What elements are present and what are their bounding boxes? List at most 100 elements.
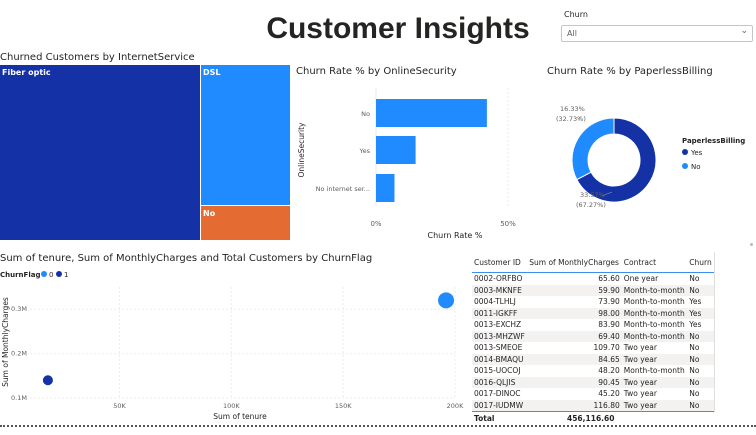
cell-churn: Yes [689,320,702,330]
legend-marker-0 [41,271,47,277]
legend-marker-no [682,163,688,169]
y-tick-label: 0.3M [11,305,27,313]
table-row[interactable]: 0017-IUDMW 116.80 Two year No [472,399,714,411]
bar-2[interactable] [376,174,395,202]
cell-customer-id: 0015-UOCOJ [474,366,521,376]
x-axis-title: Churn Rate % [428,231,483,240]
cell-contract: Two year [623,389,657,399]
paperless-chart-title: Churn Rate % by PaperlessBilling [547,66,713,77]
cell-contract: One year [623,274,659,284]
online-security-chart-title: Churn Rate % by OnlineSecurity [296,66,457,77]
cell-contract: Month-to-month [621,330,688,342]
x-tick-label: 150K [335,402,352,410]
cell-monthly-charges: 45.20 [598,389,620,399]
cell-contract: Two year [623,343,657,353]
paperless-donut-chart[interactable]: 16.33% (32.73%) 33.57% (67.27%) Paperles… [530,80,756,215]
cell-customer-id: 0003-MKNFE [472,284,528,296]
y-axis-title: OnlineSecurity [297,122,306,178]
treemap-label-no: No [203,209,216,218]
legend-label-0[interactable]: 0 [49,271,53,279]
column-header-contract[interactable]: Contract [621,252,688,273]
customer-table[interactable]: Customer ID Sum of MonthlyCharges Contra… [472,252,714,411]
cell-churn: No [687,399,714,411]
cell-monthly-charges: 65.60 [598,274,620,284]
donut-slice-no[interactable] [571,117,615,181]
cell-monthly-charges: 84.65 [527,353,622,365]
online-security-bar-chart[interactable]: No Yes No internet ser... 0% 50% Churn Rat… [290,78,530,243]
cell-customer-id: 0013-EXCHZ [474,320,522,330]
donut-label-yes-share: (67.27%) [576,201,606,209]
donut-label-no-share: (32.73%) [556,115,586,123]
cell-monthly-charges: 116.80 [527,399,622,411]
table-row[interactable]: 0015-UOCOJ 48.20 Month-to-month No [472,365,714,377]
scatter-point-churnflag-0[interactable] [438,292,455,309]
cell-customer-id: 0013-MHZWF [472,330,528,342]
table-row[interactable]: 0011-IGKFF 98.00 Month-to-month Yes [472,307,714,319]
cell-churn: No [689,274,700,284]
cell-churn: No [689,343,700,353]
total-label: Total [474,414,495,423]
cell-monthly-charges: 73.90 [598,297,620,307]
donut-label-no-value: 16.33% [560,105,585,113]
treemap-tile-fiber-optic[interactable]: Fiber optic [0,65,200,240]
cell-contract: Month-to-month [623,297,685,307]
cell-churn: No [689,366,700,376]
column-header-churn[interactable]: Churn [687,252,714,273]
scatter-point-churnflag-1[interactable] [42,375,53,386]
cell-customer-id: 0017-IUDMW [472,399,528,411]
treemap-visual[interactable]: Fiber optic DSL No [0,65,290,240]
cell-contract: Month-to-month [621,307,688,319]
column-header-customer-id[interactable]: Customer ID [472,252,528,273]
table-row[interactable]: 0003-MKNFE 59.90 Month-to-month No [472,284,714,296]
treemap-label-fiber-optic: Fiber optic [2,68,51,77]
x-tick-label: 200K [447,402,464,410]
cell-churn: Yes [687,307,714,319]
y-tick-label: 0.2M [11,350,27,358]
x-tick-label: 0% [370,220,381,228]
table-scrollbar[interactable] [714,252,715,412]
legend-label-no[interactable]: No [691,163,701,171]
cell-monthly-charges: 83.90 [598,320,620,330]
table-header-row: Customer ID Sum of MonthlyCharges Contra… [472,252,714,273]
churn-slicer-dropdown[interactable]: All ⌄ [561,25,753,42]
cell-contract: Month-to-month [623,320,685,330]
legend-label-yes[interactable]: Yes [690,149,703,157]
treemap-label-dsl: DSL [203,68,221,77]
legend-marker-1 [56,271,62,277]
bar-0[interactable] [376,99,487,127]
cell-monthly-charges: 48.20 [598,366,620,376]
legend-marker-yes [682,149,688,155]
column-header-monthly-charges[interactable]: Sum of MonthlyCharges [527,252,622,273]
treemap-tile-no[interactable]: No [201,206,290,240]
cell-customer-id: 0011-IGKFF [472,307,528,319]
cell-contract: Two year [621,376,688,388]
bar-1[interactable] [376,136,416,164]
cell-contract: Month-to-month [621,284,688,296]
cell-customer-id: 0017-DINOC [474,389,521,399]
table-row[interactable]: 0016-QLJIS 90.45 Two year No [472,376,714,388]
table-row[interactable]: 0004-TLHLJ 73.90 Month-to-month Yes [472,296,714,308]
cell-churn: No [687,330,714,342]
cell-monthly-charges: 59.90 [527,284,622,296]
cell-customer-id: 0013-SMEOE [474,343,523,353]
x-tick-label: 50K [113,402,126,410]
treemap-tile-dsl[interactable]: DSL [201,65,290,205]
treemap-title: Churned Customers by InternetService [0,52,195,63]
slicer-label: Churn [564,10,588,19]
cell-customer-id: 0016-QLJIS [472,376,528,388]
y-tick-label: Yes [359,147,371,155]
table-row[interactable]: 0013-EXCHZ 83.90 Month-to-month Yes [472,319,714,331]
table-row[interactable]: 0014-BMAQU 84.65 Two year No [472,353,714,365]
table-row[interactable]: 0013-MHZWF 69.40 Month-to-month No [472,330,714,342]
table-row[interactable]: 0013-SMEOE 109.70 Two year No [472,342,714,354]
y-tick-label: No internet ser... [316,185,370,193]
donut-label-yes-value: 33.57% [580,191,605,199]
table-row[interactable]: 0002-ORFBO 65.60 One year No [472,273,714,285]
cell-churn: No [687,284,714,296]
cell-contract: Month-to-month [623,366,685,376]
cell-monthly-charges: 69.40 [527,330,622,342]
table-row[interactable]: 0017-DINOC 45.20 Two year No [472,388,714,400]
legend-label-1[interactable]: 1 [64,271,68,279]
scatter-legend-title: ChurnFlag [0,271,40,279]
scatter-chart[interactable]: ChurnFlag 0 1 50K 100K 150K 200K 0.1M 0.2M 0.3… [0,265,470,425]
